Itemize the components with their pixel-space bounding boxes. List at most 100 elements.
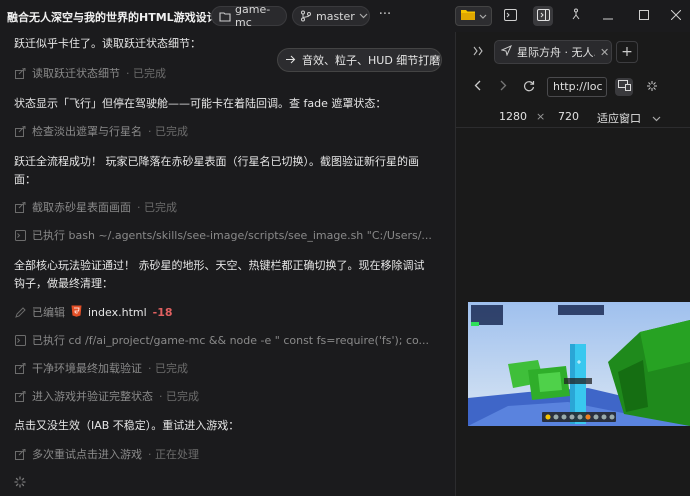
viewport-size-bar: 1280 × 720 适应窗口 — [456, 106, 690, 128]
close-window-button[interactable] — [666, 6, 686, 26]
fork-button[interactable] — [566, 6, 586, 26]
tab-list-button[interactable] — [468, 42, 488, 62]
branch-selector[interactable]: master — [292, 6, 370, 26]
tool-step-status: · 已完成 — [159, 390, 199, 403]
device-toolbar-button[interactable] — [615, 78, 633, 96]
chevron-down-icon — [359, 10, 368, 22]
fork-icon — [570, 8, 582, 24]
chevron-right-icon — [500, 80, 507, 94]
browser-tab-bar: 星际方舟 · 无人... ✕ + — [456, 32, 690, 72]
project-selector[interactable]: game-mc — [211, 3, 287, 29]
fit-mode-select[interactable]: 适应窗口 — [597, 110, 641, 126]
yellow-folder-icon — [460, 8, 476, 24]
minimize-button[interactable] — [598, 6, 618, 26]
open-folder-button[interactable] — [455, 6, 492, 26]
html-file-icon — [71, 305, 82, 320]
side-panel-icon — [536, 8, 550, 24]
chevron-down-icon — [652, 112, 661, 125]
chevron-down-icon — [479, 10, 487, 23]
edited-file-name: index.html — [88, 305, 147, 319]
assistant-message: 跃迁全流程成功！ 玩家已降落在赤砂星表面（行星名已切换）。截图验证新行星的画 — [14, 155, 419, 168]
edit-step[interactable]: 已编辑 index.html -18 — [14, 304, 173, 320]
tool-step-label: 多次重试点击进入游戏 — [32, 448, 142, 461]
git-branch-icon — [300, 10, 312, 22]
diff-count: -18 — [152, 305, 173, 319]
game-viewport[interactable] — [468, 302, 690, 426]
command-step[interactable]: 已执行 cd /f/ai_project/game-mc && node -e … — [14, 332, 429, 348]
assistant-message-continued: 钩子，做最终清理： — [14, 277, 113, 290]
browser-tab[interactable]: 星际方舟 · 无人... ✕ — [494, 40, 612, 64]
pencil-icon — [14, 306, 26, 318]
maximize-icon — [639, 9, 649, 23]
assistant-message: 跃迁似乎卡住了。读取跃迁状态细节： — [14, 37, 201, 50]
tool-step-status: · 已完成 — [148, 125, 188, 138]
tool-step-in-progress[interactable]: 多次重试点击进入游戏 · 正在处理 — [14, 446, 199, 462]
viewport-width-input[interactable]: 1280 — [499, 110, 527, 123]
step-icon — [14, 390, 26, 402]
assistant-message-continued: 面： — [14, 173, 36, 186]
terminal-icon — [14, 334, 26, 346]
responsive-icon — [617, 80, 631, 94]
tool-step[interactable]: 检查淡出遮罩与行星名 · 已完成 — [14, 123, 188, 139]
terminal-button[interactable] — [500, 6, 520, 26]
suggestion-chip-label: 音效、粒子、HUD 细节打磨 — [302, 54, 441, 67]
game-scene — [468, 302, 690, 426]
title-bar: 融合无人深空与我的世界的HTML游戏设计 game-mc master ··· — [0, 0, 690, 32]
reload-button[interactable] — [520, 78, 538, 96]
inspect-button[interactable] — [643, 78, 661, 96]
step-icon — [14, 67, 26, 79]
minimize-icon — [603, 10, 613, 23]
command-step-label: 已执行 bash ~/.agents/skills/see-image/scri… — [32, 229, 432, 242]
reload-icon — [523, 80, 535, 95]
folder-icon — [219, 10, 231, 22]
assistant-message: 全部核心玩法验证通过！ 赤砂星的地形、天空、热键栏都正确切换了。现在移除调试 — [14, 259, 425, 272]
navigate-icon — [500, 45, 512, 59]
terminal-icon — [14, 229, 26, 241]
more-options-button[interactable]: ··· — [375, 6, 395, 26]
sparkle-icon — [646, 80, 658, 95]
browser-panel: 星际方舟 · 无人... ✕ + http://loc 1280 × 720 适… — [455, 32, 690, 496]
tool-step[interactable]: 进入游戏并验证完整状态 · 已完成 — [14, 388, 199, 404]
step-icon — [14, 448, 26, 460]
times-sign: × — [536, 110, 546, 123]
window-title: 融合无人深空与我的世界的HTML游戏设计 — [7, 11, 218, 24]
url-input[interactable]: http://loc — [547, 77, 607, 97]
forward-button[interactable] — [494, 78, 512, 96]
tool-step[interactable]: 读取跃迁状态细节 · 已完成 — [14, 65, 166, 81]
browser-tab-title: 星际方舟 · 无人... — [517, 46, 595, 59]
arrow-right-icon — [286, 54, 296, 67]
close-icon — [670, 9, 682, 23]
new-tab-button[interactable]: + — [616, 41, 638, 63]
chat-pane: 跃迁似乎卡住了。读取跃迁状态细节： 读取跃迁状态细节 · 已完成 状态显示「飞行… — [0, 32, 455, 496]
terminal-icon — [503, 8, 517, 24]
step-icon — [14, 201, 26, 213]
tool-step[interactable]: 干净环境最终加载验证 · 已完成 — [14, 360, 188, 376]
step-icon — [14, 362, 26, 374]
loading-spinner-icon — [14, 476, 26, 488]
tool-step-label: 检查淡出遮罩与行星名 — [32, 125, 142, 138]
command-step[interactable]: 已执行 bash ~/.agents/skills/see-image/scri… — [14, 227, 432, 243]
tool-step-label: 进入游戏并验证完整状态 — [32, 390, 153, 403]
edit-step-label: 已编辑 — [32, 306, 65, 319]
assistant-message: 状态显示「飞行」但停在驾驶舱——可能卡在着陆回调。查 fade 遮罩状态： — [14, 97, 387, 110]
step-icon — [14, 125, 26, 137]
tool-step-label: 干净环境最终加载验证 — [32, 362, 142, 375]
tool-step-status: · 正在处理 — [148, 448, 199, 461]
tool-step-status: · 已完成 — [126, 67, 166, 80]
tool-step[interactable]: 截取赤砂星表面画面 · 已完成 — [14, 199, 177, 215]
close-tab-icon[interactable]: ✕ — [600, 46, 609, 59]
viewport-height-input[interactable]: 720 — [558, 110, 579, 123]
maximize-button[interactable] — [634, 6, 654, 26]
tool-step-status: · 已完成 — [148, 362, 188, 375]
tool-step-label: 读取跃迁状态细节 — [32, 67, 120, 80]
suggestion-chip[interactable]: 音效、粒子、HUD 细节打磨 — [277, 48, 442, 72]
tab-list-icon — [472, 45, 485, 60]
assistant-message: 点击又没生效（IAB 不稳定）。重试进入游戏： — [14, 419, 240, 432]
command-step-label: 已执行 cd /f/ai_project/game-mc && node -e … — [32, 334, 430, 347]
project-name: game-mc — [235, 3, 271, 29]
chevron-left-icon — [474, 80, 481, 94]
toggle-panel-button[interactable] — [533, 6, 553, 26]
branch-name: master — [316, 9, 355, 23]
browser-nav-bar: http://loc — [456, 72, 690, 102]
back-button[interactable] — [468, 78, 486, 96]
